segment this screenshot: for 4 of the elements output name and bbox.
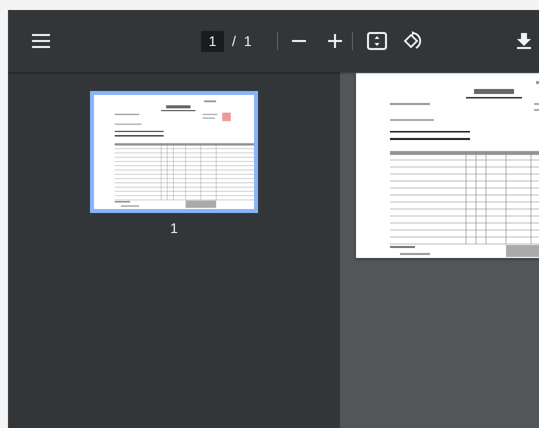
page-separator: / [232, 33, 236, 49]
page-number-field[interactable]: 1 [201, 30, 224, 52]
page-count: 1 [244, 33, 252, 49]
thumbnail-label: 1 [169, 220, 179, 236]
